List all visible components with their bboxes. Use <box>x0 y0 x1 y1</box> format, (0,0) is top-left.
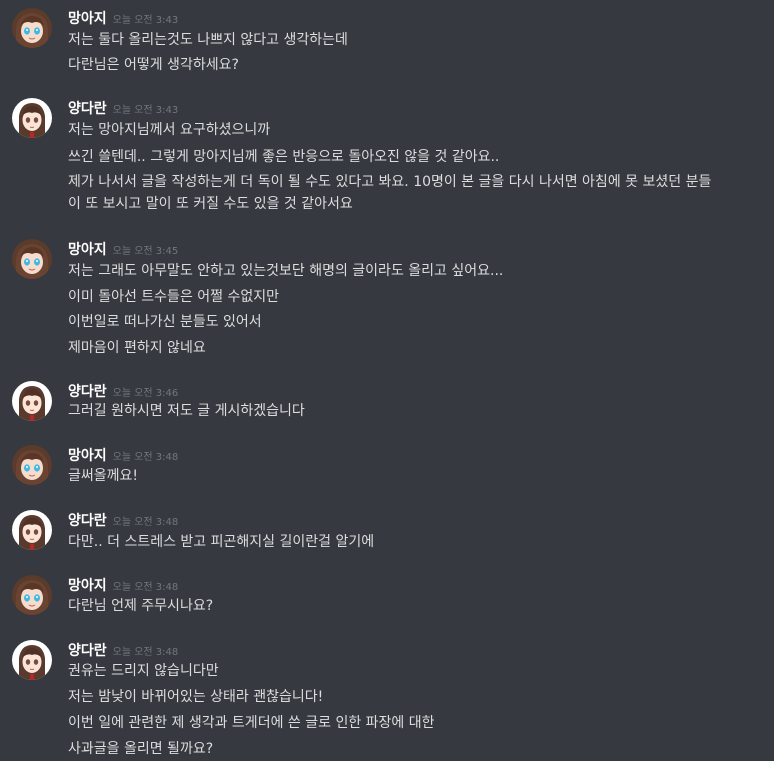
username[interactable]: 양다란 <box>68 513 107 529</box>
message-header: 망아지 오늘 오전 3:48 <box>68 575 178 595</box>
avatar[interactable] <box>12 575 52 615</box>
message-text: 저는 그래도 아무말도 안하고 있는것보단 해명의 글이라도 올리고 싶어요..… <box>68 263 504 279</box>
message-text: 다란님 언제 주무시나요? <box>68 598 214 614</box>
timestamp: 오늘 오전 3:43 <box>112 15 179 26</box>
username[interactable]: 망아지 <box>68 448 107 464</box>
message-text: 이번일로 떠나가신 분들도 있어서 <box>68 314 262 330</box>
timestamp: 오늘 오전 3:45 <box>112 246 179 257</box>
message-text: 쓰긴 쓸텐데.. 그렇게 망아지님께 좋은 반응으로 돌아오진 않을 것 같아요… <box>68 149 500 165</box>
message-text: 사과글을 올리면 될까요? <box>68 741 214 757</box>
message-text: 다만.. 더 스트레스 받고 피곤해지실 길이란걸 알기에 <box>68 534 375 550</box>
timestamp: 오늘 오전 3:48 <box>112 452 179 463</box>
message-text: 권유는 드리지 않습니다만 <box>68 663 219 679</box>
avatar[interactable] <box>12 381 52 421</box>
message-text: 다란님은 어떻게 생각하세요? <box>68 57 239 73</box>
username[interactable]: 양다란 <box>68 101 107 117</box>
avatar[interactable] <box>12 98 52 138</box>
message-text: 저는 망아지님께서 요구하셨으니까 <box>68 122 271 138</box>
message-text: 이미 돌아선 트수들은 어쩔 수없지만 <box>68 289 279 305</box>
avatar[interactable] <box>12 239 52 279</box>
message-header: 양다란 오늘 오전 3:43 <box>68 98 178 118</box>
username[interactable]: 망아지 <box>68 242 107 258</box>
username[interactable]: 망아지 <box>68 578 107 594</box>
message-text: 글써올께요! <box>68 468 139 484</box>
avatar[interactable] <box>12 8 52 48</box>
avatar[interactable] <box>12 445 52 485</box>
timestamp: 오늘 오전 3:46 <box>112 388 179 399</box>
avatar[interactable] <box>12 510 52 550</box>
timestamp: 오늘 오전 3:48 <box>112 647 179 658</box>
timestamp: 오늘 오전 3:48 <box>112 517 179 528</box>
message-header: 망아지 오늘 오전 3:48 <box>68 445 178 465</box>
timestamp: 오늘 오전 3:43 <box>112 105 179 116</box>
timestamp: 오늘 오전 3:48 <box>112 582 179 593</box>
username[interactable]: 양다란 <box>68 643 107 659</box>
message-header: 양다란 오늘 오전 3:48 <box>68 510 178 530</box>
message-text: 저는 밤낮이 바뀌어있는 상태라 괜찮습니다! <box>68 689 324 705</box>
message-text: 이번 일에 관련한 제 생각과 트게더에 쓴 글로 인한 파장에 대한 <box>68 715 435 731</box>
message-header: 망아지 오늘 오전 3:45 <box>68 239 178 259</box>
avatar[interactable] <box>12 640 52 680</box>
username[interactable]: 망아지 <box>68 11 107 27</box>
message-text: 제마음이 편하지 않네요 <box>68 340 206 356</box>
message-header: 양다란 오늘 오전 3:48 <box>68 640 178 660</box>
message-header: 양다란 오늘 오전 3:46 <box>68 381 178 401</box>
message-text: 그러길 원하시면 저도 글 게시하겠습니다 <box>68 403 305 419</box>
message-text: 제가 나서서 글을 작성하는게 더 독이 될 수도 있다고 봐요. 10명이 본… <box>68 174 712 212</box>
message-header: 망아지 오늘 오전 3:43 <box>68 8 178 28</box>
username[interactable]: 양다란 <box>68 384 107 400</box>
message-text: 저는 둘다 올리는것도 나쁘지 않다고 생각하는데 <box>68 32 348 48</box>
